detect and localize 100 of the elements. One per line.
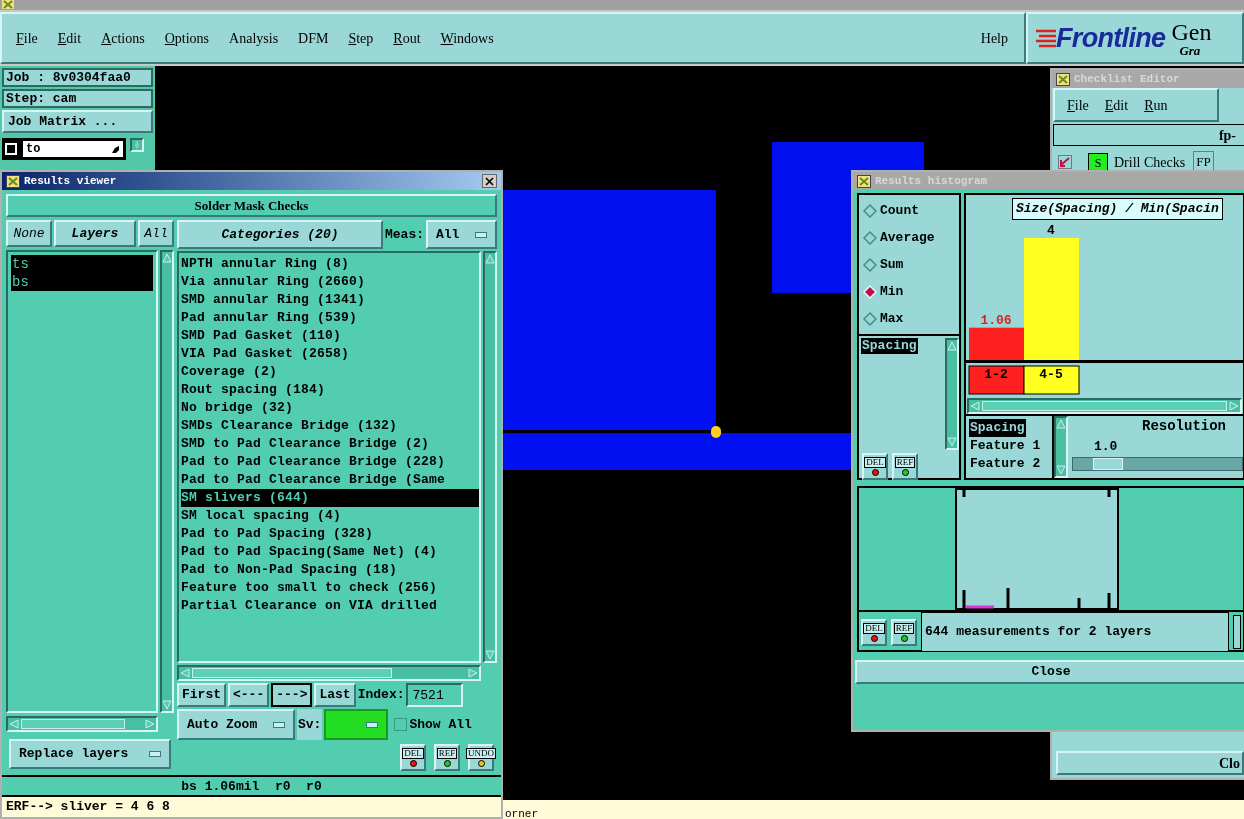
arrow-icon[interactable] — [1056, 465, 1066, 475]
job-matrix-button[interactable]: Job Matrix ... — [2, 110, 153, 133]
field-item[interactable]: Spacing — [969, 419, 1026, 437]
category-item[interactable]: SMD Pad Gasket (110) — [181, 327, 479, 345]
none-button[interactable]: None — [6, 220, 52, 247]
tool-button[interactable]: DEL — [861, 618, 887, 646]
menu-item[interactable]: DFM — [298, 27, 329, 49]
scrollbar[interactable] — [160, 250, 174, 713]
scrollbar[interactable] — [967, 398, 1242, 414]
arrow-icon[interactable] — [180, 668, 190, 678]
categories-button[interactable]: Categories (20) — [177, 220, 383, 249]
resolution-value: 1.0 — [1094, 438, 1119, 456]
nav-button[interactable]: Last — [314, 683, 356, 707]
tool-button[interactable]: REF — [892, 453, 918, 480]
arrow-icon[interactable] — [947, 437, 957, 447]
radio-button[interactable] — [863, 203, 877, 218]
arrow-icon[interactable] — [9, 719, 19, 729]
category-item[interactable]: Coverage (2) — [181, 363, 479, 381]
category-item[interactable]: SM slivers (644) — [181, 489, 479, 507]
menu-item[interactable]: Edit — [57, 27, 82, 49]
scrollbar[interactable] — [1054, 416, 1068, 478]
category-item[interactable]: Feature too small to check (256) — [181, 579, 479, 597]
menu-item[interactable]: Analysis — [229, 27, 279, 49]
category-item[interactable]: No bridge (32) — [181, 399, 479, 417]
field-item[interactable]: Feature 1 — [969, 437, 1042, 455]
category-item[interactable]: Partial Clearance on VIA drilled — [181, 597, 479, 615]
menu-item[interactable]: Step — [348, 27, 374, 49]
arrow-icon[interactable] — [947, 341, 957, 351]
category-item[interactable]: Via annular Ring (2660) — [181, 273, 479, 291]
meas-dropdown[interactable]: All — [426, 220, 497, 249]
show-all-label: Show All — [409, 715, 472, 734]
category-item[interactable]: Pad to Non-Pad Spacing (18) — [181, 561, 479, 579]
menu-item[interactable]: Help — [980, 27, 1008, 49]
window-icon — [1056, 72, 1070, 86]
bar[interactable] — [969, 327, 1024, 360]
category-item[interactable]: Pad to Pad Clearance Bridge (Same — [181, 471, 479, 489]
heading-button[interactable]: Solder Mask Checks — [6, 194, 497, 217]
field-item[interactable]: Feature 2 — [969, 455, 1042, 473]
replace-layers-dropdown[interactable]: Replace layers — [9, 739, 171, 769]
category-item[interactable]: SMDs Clearance Bridge (132) — [181, 417, 479, 435]
radio-button[interactable] — [863, 230, 877, 245]
summary-text: 644 measurements for 2 layers — [921, 612, 1229, 652]
arrow-icon[interactable] — [1229, 401, 1239, 412]
zoom-dropdown[interactable]: Auto Zoom — [177, 709, 295, 740]
radio-button[interactable] — [863, 257, 877, 272]
tool-button[interactable]: REF — [891, 618, 917, 646]
checkbox[interactable] — [1058, 155, 1072, 169]
scrollbar[interactable] — [6, 716, 158, 732]
attribute-item[interactable]: Spacing — [861, 338, 918, 354]
bar-value-label: 1.06 — [980, 312, 1012, 328]
sv-label: Sv: — [297, 709, 323, 740]
close-button[interactable] — [482, 174, 497, 188]
dropdown-indicator-icon — [366, 721, 379, 728]
category-item[interactable]: SMD annular Ring (1341) — [181, 291, 479, 309]
close-button[interactable]: Close — [855, 659, 1244, 684]
all-button[interactable]: All — [138, 220, 174, 247]
menu-item[interactable]: File — [1067, 94, 1089, 116]
menu-item[interactable]: Run — [1144, 94, 1168, 116]
scrollbar[interactable] — [945, 338, 959, 450]
nav-button[interactable]: ---> — [271, 683, 313, 707]
layer-field[interactable]: to — [23, 141, 123, 157]
category-item[interactable]: Rout spacing (184) — [181, 381, 479, 399]
index-field[interactable]: 7521 — [406, 683, 464, 707]
category-item[interactable]: Pad to Pad Spacing(Same Net) (4) — [181, 543, 479, 561]
category-item[interactable]: SM local spacing (4) — [181, 507, 479, 525]
layers-button[interactable]: Layers — [54, 220, 136, 247]
menu-item[interactable]: Windows — [440, 27, 494, 49]
menu-item[interactable]: Rout — [393, 27, 421, 49]
tool-button[interactable]: DEL — [400, 744, 426, 771]
color-swatch — [1233, 615, 1241, 649]
layer-item[interactable]: ts — [11, 255, 153, 273]
radio-label: Count — [880, 201, 919, 220]
category-item[interactable]: VIA Pad Gasket (2658) — [181, 345, 479, 363]
severity-dropdown[interactable] — [324, 709, 389, 740]
category-item[interactable]: Pad annular Ring (539) — [181, 309, 479, 327]
scrollbar[interactable] — [483, 251, 497, 663]
nav-button[interactable]: First — [177, 683, 226, 707]
category-item[interactable]: SMD to Pad Clearance Bridge (2) — [181, 435, 479, 453]
tool-button[interactable]: UNDO — [468, 744, 494, 771]
close-icon — [485, 176, 494, 186]
layer-item[interactable]: bs — [11, 273, 153, 291]
category-item[interactable]: NPTH annular Ring (8) — [181, 255, 479, 273]
category-item[interactable]: Pad to Pad Spacing (328) — [181, 525, 479, 543]
arrow-icon[interactable] — [970, 401, 980, 412]
category-item[interactable]: Pad to Pad Clearance Bridge (228) — [181, 453, 479, 471]
tool-button[interactable]: REF — [434, 744, 460, 771]
menu-item[interactable]: Edit — [1104, 94, 1129, 116]
arrow-icon[interactable] — [162, 253, 172, 263]
menu-item[interactable]: Actions — [101, 27, 145, 49]
tool-button[interactable]: DEL — [862, 453, 888, 480]
arrow-icon[interactable] — [1056, 419, 1066, 429]
nav-button[interactable]: <--- — [228, 683, 270, 707]
show-all-checkbox[interactable] — [394, 718, 408, 731]
arrow-icon[interactable] — [485, 254, 495, 264]
close-button[interactable]: Clo — [1056, 751, 1244, 775]
scrollbar[interactable] — [177, 665, 481, 681]
menu-item[interactable]: File — [16, 27, 38, 49]
menu-item[interactable]: Options — [164, 27, 210, 49]
window-icon — [857, 174, 871, 188]
radio-button[interactable] — [863, 311, 877, 326]
